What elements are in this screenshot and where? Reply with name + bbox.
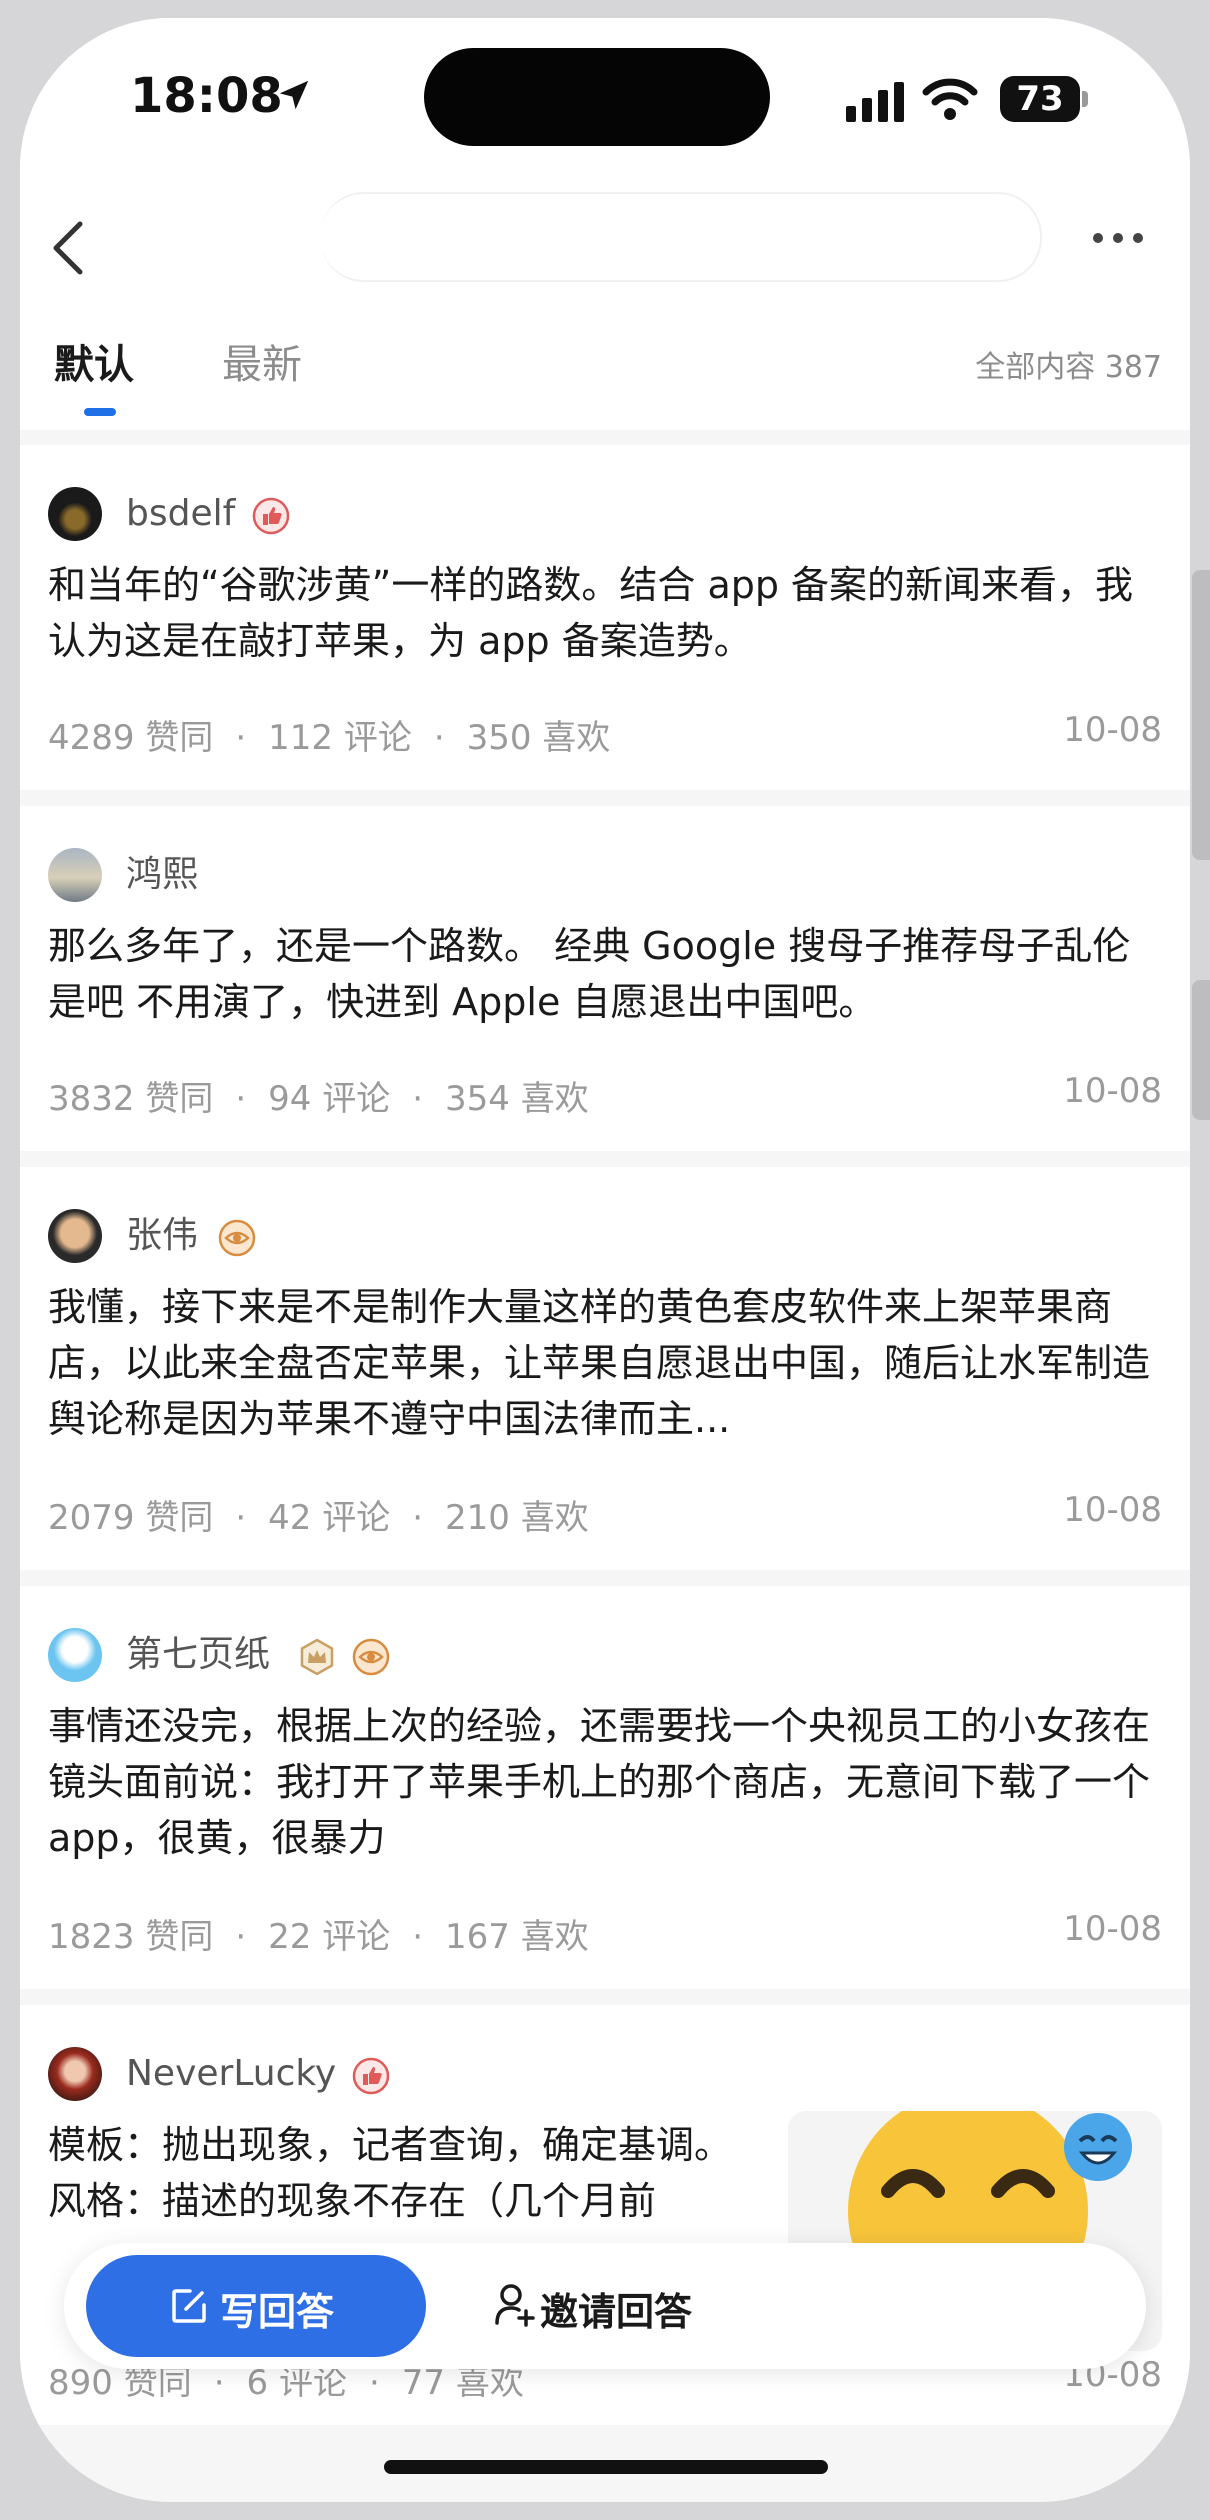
likes-count: 3832 赞同 (48, 1079, 214, 1119)
thumbs-up-badge-icon (352, 2057, 390, 2095)
comments-count[interactable]: 112 评论 (268, 718, 412, 758)
favorites-count: 77 喜欢 (401, 2363, 524, 2403)
author-name[interactable]: bsdelf (126, 489, 235, 539)
answer-card[interactable]: 张伟 我懂，接下来是不是制作大量这样的黄色套皮软件来上架苹果商店，以此来全盘否定… (20, 1167, 1190, 1570)
answer-stats: 3832 赞同 · 94 评论 · 354 喜欢 (48, 1079, 589, 1119)
answer-date: 10-08 (1063, 1071, 1162, 1111)
battery-icon: 73 (1000, 76, 1090, 122)
thumbs-up-badge-icon (252, 497, 290, 535)
status-bar: 18:08 73 (20, 18, 1190, 198)
navigation-bar (20, 178, 1190, 291)
favorites-count: 167 喜欢 (445, 1917, 589, 1957)
favorites-count: 210 喜欢 (445, 1498, 589, 1538)
avatar[interactable] (48, 1628, 102, 1682)
favorites-count: 350 喜欢 (466, 718, 611, 758)
comments-count[interactable]: 42 评论 (268, 1498, 390, 1538)
answer-stats: 1823 赞同 · 22 评论 · 167 喜欢 (48, 1917, 589, 1957)
location-arrow-icon (279, 80, 309, 110)
answer-card[interactable]: bsdelf 和当年的“谷歌涉黄”一样的路数。结合 app 备案的新闻来看，我认… (20, 445, 1190, 790)
answer-content[interactable]: 我懂，接下来是不是制作大量这样的黄色套皮软件来上架苹果商店，以此来全盘否定苹果，… (48, 1279, 1158, 1447)
write-answer-button[interactable]: 写回答 (86, 2255, 426, 2357)
eye-badge-icon (352, 1638, 390, 1676)
crown-badge-icon (300, 1638, 334, 1676)
wifi-icon (922, 78, 978, 120)
avatar[interactable] (48, 848, 102, 902)
bottom-action-bar: 写回答 邀请回答 (64, 2243, 1146, 2369)
answer-date: 10-08 (1063, 1909, 1162, 1949)
avatar[interactable] (48, 1209, 102, 1263)
status-time: 18:08 (130, 68, 283, 124)
tab-default[interactable]: 默认 (54, 332, 134, 390)
comments-count[interactable]: 6 评论 (247, 2363, 347, 2403)
back-chevron-icon[interactable] (48, 220, 88, 276)
author-name[interactable]: 第七页纸 (126, 1630, 270, 1680)
comments-count[interactable]: 94 评论 (268, 1079, 390, 1119)
avatar[interactable] (48, 487, 102, 541)
likes-count: 4289 赞同 (48, 718, 214, 758)
answer-stats: 4289 赞同 · 112 评论 · 350 喜欢 (48, 718, 611, 758)
author-name[interactable]: 鸿熙 (126, 850, 198, 900)
home-indicator[interactable] (384, 2460, 828, 2474)
invite-user-icon (495, 2284, 535, 2327)
phone-frame: 18:08 73 默认 最新 全部内容 387 bsdelf 和当年的“谷歌涉黄… (0, 0, 1210, 2520)
answer-date: 10-08 (1063, 710, 1162, 750)
comments-count[interactable]: 22 评论 (268, 1917, 390, 1957)
invite-answer-label: 邀请回答 (540, 2290, 693, 2334)
answer-content[interactable]: 事情还没完，根据上次的经验，还需要找一个央视员工的小女孩在镜头面前说：我打开了苹… (48, 1698, 1158, 1866)
answer-content[interactable]: 那么多年了，还是一个路数。 经典 Google 搜母子推荐母子乱伦是吧 不用演了… (48, 918, 1158, 1030)
eye-badge-icon (218, 1219, 256, 1257)
title-search-field[interactable] (320, 192, 1042, 282)
likes-count: 1823 赞同 (48, 1917, 214, 1957)
active-tab-indicator (84, 408, 116, 416)
likes-count: 890 赞同 (48, 2363, 192, 2403)
invite-answer-button[interactable]: 邀请回答 (464, 2255, 764, 2357)
answer-card[interactable]: 鸿熙 那么多年了，还是一个路数。 经典 Google 搜母子推荐母子乱伦是吧 不… (20, 806, 1190, 1151)
more-dots-icon[interactable] (1090, 230, 1146, 246)
dynamic-island (424, 48, 770, 146)
likes-count: 2079 赞同 (48, 1498, 214, 1538)
sort-tabs: 默认 最新 全部内容 387 (20, 290, 1190, 430)
signal-icon (846, 82, 904, 122)
side-button (1192, 980, 1210, 1120)
author-name[interactable]: 张伟 (126, 1211, 198, 1261)
answer-date: 10-08 (1063, 1490, 1162, 1530)
total-count: 全部内容 387 (975, 350, 1162, 385)
battery-level: 73 (1000, 76, 1080, 122)
author-name[interactable]: NeverLucky (126, 2049, 336, 2099)
avatar[interactable] (48, 2047, 102, 2101)
favorites-count: 354 喜欢 (445, 1079, 589, 1119)
tab-latest[interactable]: 最新 (222, 332, 302, 390)
answer-content[interactable]: 和当年的“谷歌涉黄”一样的路数。结合 app 备案的新闻来看，我认为这是在敲打苹… (48, 557, 1158, 669)
answer-stats: 2079 赞同 · 42 评论 · 210 喜欢 (48, 1498, 589, 1538)
answer-card[interactable]: 第七页纸 事情还没完，根据上次的经验，还需要找一个央视员工的小女孩在镜头面前说：… (20, 1586, 1190, 1989)
edit-icon (172, 2289, 206, 2323)
volume-button (1192, 570, 1210, 860)
app-screen: 18:08 73 默认 最新 全部内容 387 bsdelf 和当年的“谷歌涉黄… (20, 18, 1190, 2502)
write-answer-label: 写回答 (220, 2290, 335, 2334)
